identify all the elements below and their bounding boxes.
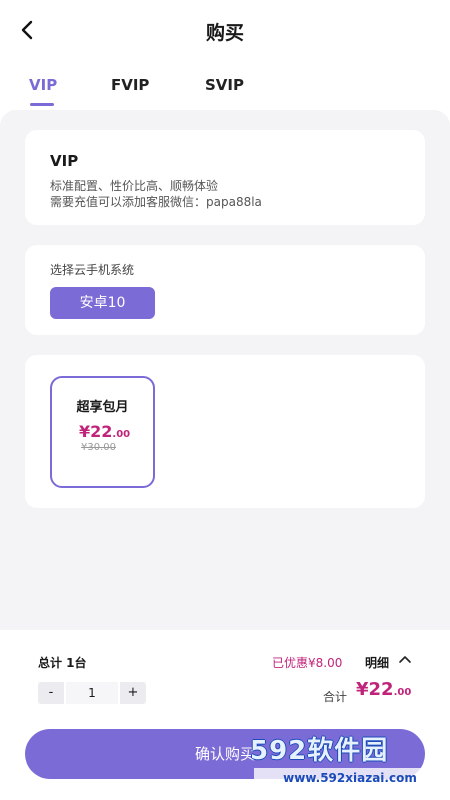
vip-info-card: VIP 标准配置、性价比高、顺畅体验 需要充值可以添加客服微信：papa88la — [25, 130, 425, 225]
watermark: 592软件园 www.592xiazai.com — [250, 730, 450, 800]
active-tab-indicator — [30, 103, 54, 106]
vip-desc-line-2: 需要充值可以添加客服微信：papa88la — [50, 195, 262, 209]
page-title: 购买 — [205, 22, 244, 44]
chevron-up-icon[interactable] — [398, 652, 412, 666]
plan-tabs: VIP FVIP SVIP — [0, 70, 450, 110]
plan-original-price: ¥30.00 — [81, 442, 116, 453]
tab-svip[interactable]: SVIP — [205, 76, 244, 94]
increment-button[interactable]: + — [120, 682, 146, 704]
plan-name: 超享包月 — [76, 400, 129, 415]
decrement-button[interactable]: - — [38, 682, 64, 704]
vip-name: VIP — [50, 152, 79, 170]
quantity-value[interactable]: 1 — [66, 682, 118, 704]
content-area: VIP 标准配置、性价比高、顺畅体验 需要充值可以添加客服微信：papa88la… — [0, 110, 450, 630]
system-select-card: 选择云手机系统 安卓10 — [25, 245, 425, 335]
vip-desc-line-1: 标准配置、性价比高、顺畅体验 — [50, 179, 219, 193]
quantity-stepper: - 1 + — [38, 682, 146, 704]
header: 购买 — [0, 0, 450, 62]
detail-toggle[interactable]: 明细 — [365, 654, 389, 671]
tab-fvip[interactable]: FVIP — [111, 76, 149, 94]
tab-vip[interactable]: VIP — [29, 76, 57, 94]
watermark-logo: 592软件园 — [250, 736, 389, 766]
sum-label: 合计 — [323, 690, 348, 704]
system-select-label: 选择云手机系统 — [50, 263, 135, 277]
plan-option-monthly[interactable]: 超享包月 ¥22.00 ¥30.00 — [50, 376, 155, 488]
system-option-android10[interactable]: 安卓10 — [50, 287, 155, 319]
discount-text: 已优惠¥8.00 — [272, 656, 343, 670]
sum-price: ¥22.00 — [356, 679, 412, 700]
vip-description: 标准配置、性价比高、顺畅体验 需要充值可以添加客服微信：papa88la — [50, 178, 262, 210]
plan-list-card: 超享包月 ¥22.00 ¥30.00 — [25, 355, 425, 508]
watermark-url: www.592xiazai.com — [254, 768, 446, 788]
total-count: 总计 1台 — [38, 656, 87, 670]
plan-price: ¥22.00 — [79, 422, 131, 441]
